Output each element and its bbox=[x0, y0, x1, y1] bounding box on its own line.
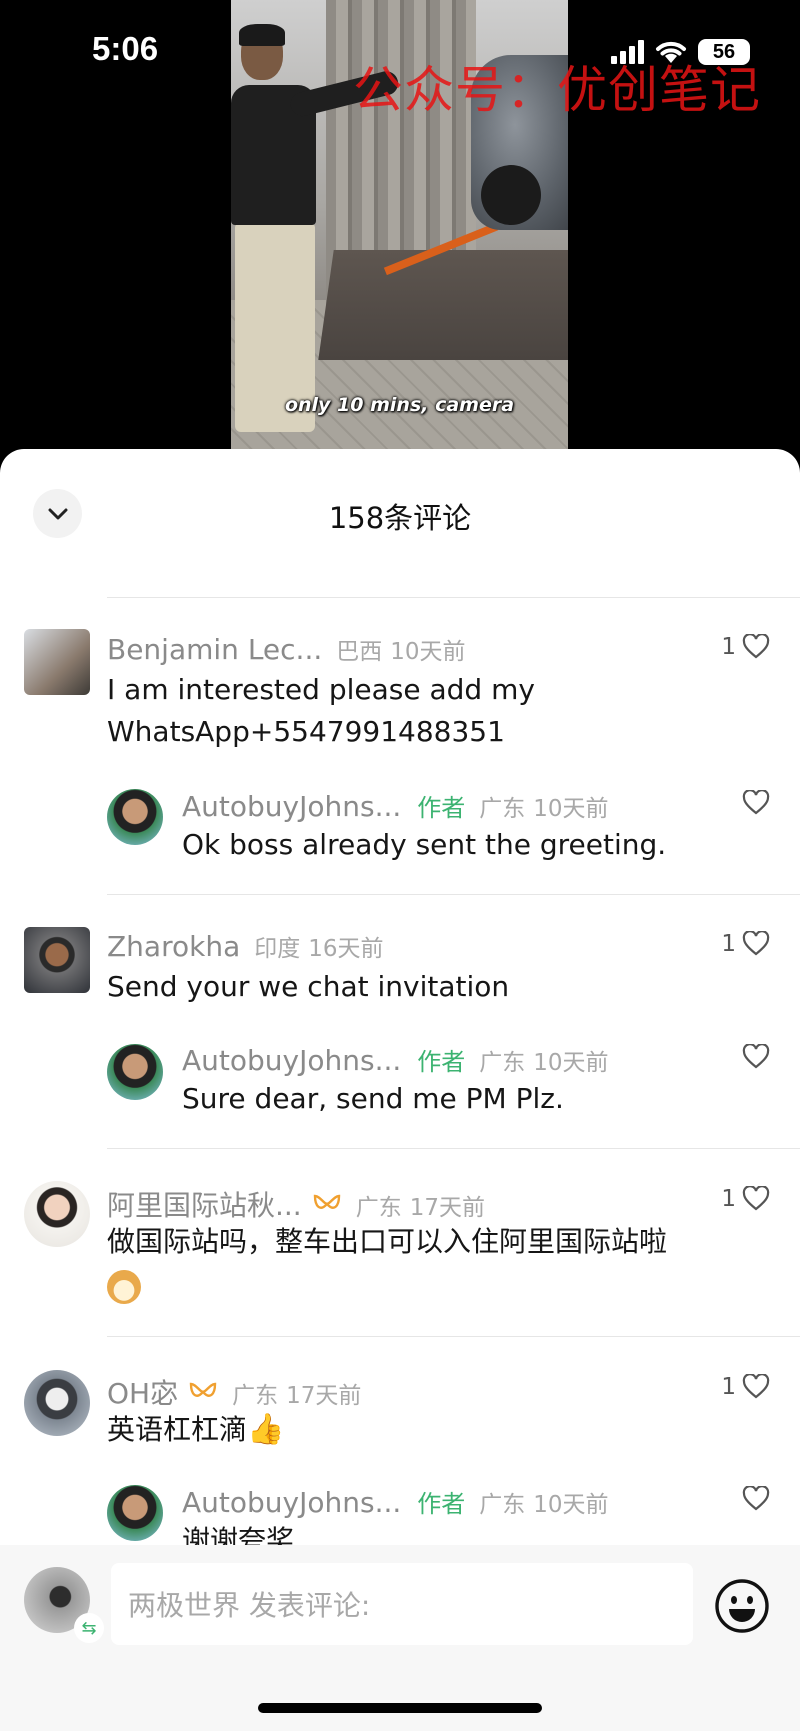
heart-icon bbox=[742, 1486, 770, 1511]
heart-icon bbox=[742, 1186, 770, 1211]
reply-location: 广东 bbox=[479, 1050, 526, 1076]
home-indicator bbox=[258, 1703, 542, 1713]
like-button[interactable]: 1 bbox=[721, 931, 770, 957]
reply-location: 广东 bbox=[479, 796, 526, 822]
heart-icon bbox=[742, 1044, 770, 1069]
comment-time: 10天前 bbox=[390, 639, 466, 665]
reply-header: AutobuyJohns... 作者 广东 10天前 bbox=[182, 1042, 609, 1077]
author-tag: 作者 bbox=[417, 1048, 466, 1076]
comment-location: 广东 bbox=[232, 1383, 279, 1409]
heart-icon bbox=[742, 634, 770, 659]
cellular-signal-icon bbox=[611, 40, 644, 64]
comment-text-line: I am interested please add my bbox=[107, 673, 535, 706]
emoji-icon[interactable] bbox=[713, 1577, 771, 1635]
comment-text-line: WhatsApp+5547991488351 bbox=[107, 715, 505, 748]
like-button[interactable] bbox=[742, 1044, 770, 1070]
battery-icon: 56 bbox=[698, 39, 750, 65]
video-container-floor bbox=[318, 250, 568, 360]
avatar[interactable] bbox=[24, 1181, 90, 1247]
comment-username[interactable]: OH宓 bbox=[107, 1372, 178, 1412]
status-time: 5:06 bbox=[92, 30, 159, 67]
reply-text[interactable]: Sure dear, send me PM Plz. bbox=[182, 1078, 564, 1120]
video-person-hair bbox=[239, 24, 285, 46]
comment-text[interactable]: Send your we chat invitation bbox=[107, 966, 509, 1008]
reply-header: AutobuyJohns... 作者 广东 10天前 bbox=[182, 1484, 609, 1519]
status-icons: 56 bbox=[611, 38, 750, 66]
heart-icon bbox=[742, 790, 770, 815]
reply-time: 10天前 bbox=[533, 1050, 609, 1076]
switch-account-icon[interactable]: ⇆ bbox=[74, 1613, 104, 1643]
avatar[interactable] bbox=[24, 927, 90, 993]
like-button[interactable]: 1 bbox=[721, 634, 770, 660]
comment-text[interactable]: 做国际站吗，整车出口可以入住阿里国际站啦 bbox=[107, 1221, 757, 1307]
reply-text[interactable]: Ok boss already sent the greeting. bbox=[182, 824, 666, 866]
avatar[interactable] bbox=[24, 629, 90, 695]
comment-username[interactable]: 阿里国际站秋... bbox=[107, 1184, 302, 1224]
heart-icon bbox=[742, 931, 770, 956]
comment-sheet: 158条评论 Benjamin Lec... 巴西 10天前 I am inte… bbox=[0, 449, 800, 1731]
reply-time: 10天前 bbox=[533, 1492, 609, 1518]
author-tag: 作者 bbox=[417, 794, 466, 822]
avatar[interactable] bbox=[107, 789, 163, 845]
divider bbox=[107, 894, 800, 895]
comment-location: 印度 bbox=[254, 936, 301, 962]
doge-emoji-icon bbox=[107, 1270, 141, 1304]
comment-time: 17天前 bbox=[409, 1195, 485, 1221]
video-subtitle: only 10 mins, camera bbox=[284, 394, 515, 416]
comment-text-line: 做国际站吗，整车出口可以入住阿里国际站啦 bbox=[107, 1225, 668, 1258]
like-button[interactable]: 1 bbox=[721, 1186, 770, 1212]
divider bbox=[107, 1336, 800, 1337]
author-tag: 作者 bbox=[417, 1490, 466, 1518]
like-button[interactable] bbox=[742, 790, 770, 816]
reply-username[interactable]: AutobuyJohns... bbox=[182, 790, 401, 823]
comment-location: 巴西 bbox=[336, 639, 383, 665]
comment-text-line: 英语杠杠滴 bbox=[107, 1413, 248, 1446]
reply-username[interactable]: AutobuyJohns... bbox=[182, 1044, 401, 1077]
divider bbox=[107, 1148, 800, 1149]
reply-location: 广东 bbox=[479, 1492, 526, 1518]
comment-input-bar: ⇆ 两极世界 发表评论: bbox=[0, 1545, 800, 1731]
comment-time: 17天前 bbox=[286, 1383, 362, 1409]
doge-emoji bbox=[107, 1265, 757, 1307]
comment-text[interactable]: I am interested please add my WhatsApp+5… bbox=[107, 669, 535, 753]
vip-badge-icon bbox=[313, 1194, 340, 1209]
reply-username[interactable]: AutobuyJohns... bbox=[182, 1486, 401, 1519]
like-count: 1 bbox=[721, 931, 736, 957]
divider bbox=[107, 597, 800, 598]
vip-badge-icon bbox=[189, 1382, 217, 1397]
avatar[interactable] bbox=[107, 1044, 163, 1100]
comment-header: 阿里国际站秋... 广东 17天前 bbox=[107, 1184, 485, 1224]
wifi-icon bbox=[656, 41, 686, 63]
like-count: 1 bbox=[721, 1186, 736, 1212]
like-button[interactable] bbox=[742, 1486, 770, 1512]
reply-time: 10天前 bbox=[533, 796, 609, 822]
like-count: 1 bbox=[721, 1374, 736, 1400]
comment-text[interactable]: 英语杠杠滴👍 bbox=[107, 1409, 284, 1451]
comment-header: Zharokha 印度 16天前 bbox=[107, 929, 384, 963]
heart-icon bbox=[742, 1374, 770, 1399]
comment-time: 16天前 bbox=[308, 936, 384, 962]
comment-header: Benjamin Lec... 巴西 10天前 bbox=[107, 632, 466, 666]
comment-count-title: 158条评论 bbox=[328, 501, 472, 535]
video-car-wheel bbox=[481, 165, 541, 225]
comment-username[interactable]: Zharokha bbox=[107, 930, 240, 963]
comment-header: OH宓 广东 17天前 bbox=[107, 1372, 361, 1412]
reply-header: AutobuyJohns... 作者 广东 10天前 bbox=[182, 788, 609, 823]
comment-username[interactable]: Benjamin Lec... bbox=[107, 633, 322, 666]
avatar[interactable] bbox=[24, 1370, 90, 1436]
avatar[interactable] bbox=[107, 1485, 163, 1541]
like-count: 1 bbox=[721, 634, 736, 660]
thumbs-up-icon: 👍 bbox=[247, 1412, 285, 1447]
comment-location: 广东 bbox=[355, 1195, 402, 1221]
comment-input[interactable]: 两极世界 发表评论: bbox=[111, 1563, 693, 1645]
like-button[interactable]: 1 bbox=[721, 1374, 770, 1400]
